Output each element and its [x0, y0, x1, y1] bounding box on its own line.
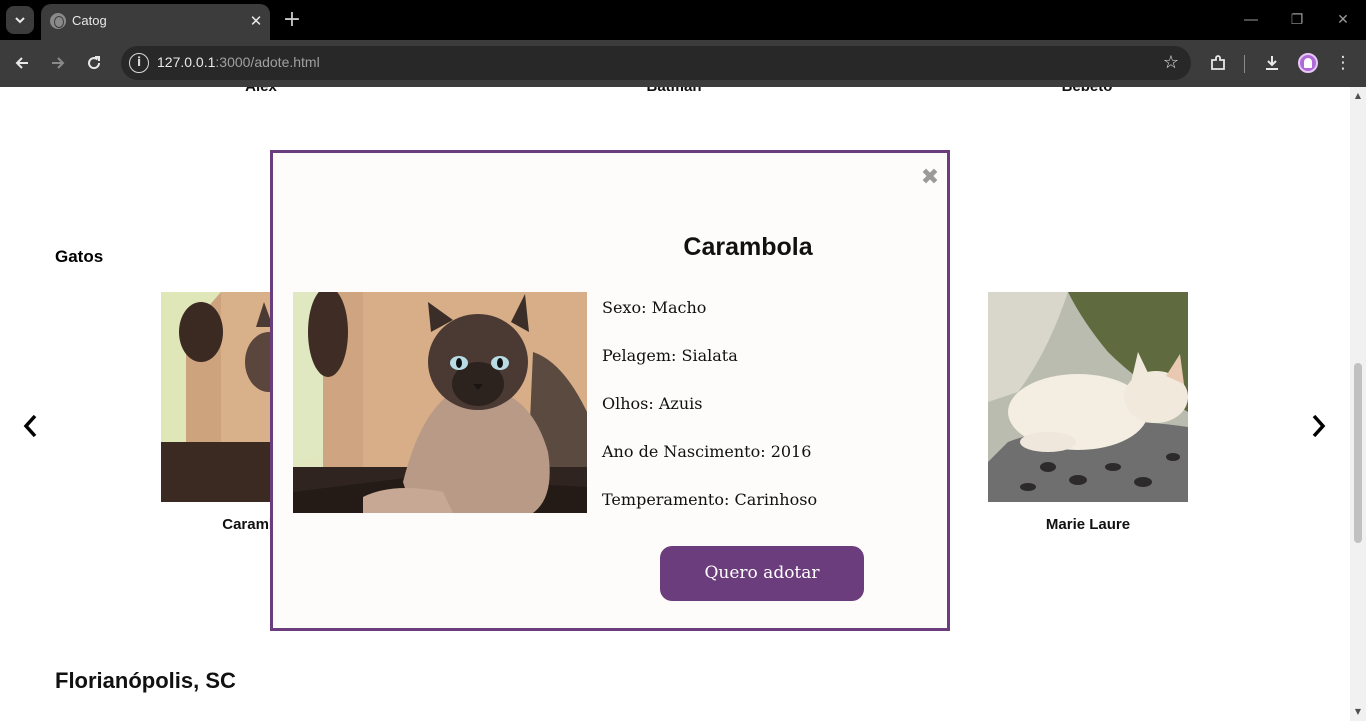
- scroll-down-icon[interactable]: ▼: [1353, 707, 1363, 717]
- scroll-up-icon[interactable]: ▲: [1353, 91, 1363, 101]
- tab-title: Catog: [72, 13, 107, 28]
- pet-name-top: Alex: [161, 87, 361, 95]
- modal-cat-photo-image: [293, 292, 587, 513]
- section-title: Gatos: [55, 247, 104, 266]
- city-title: Florianópolis, SC: [55, 668, 236, 693]
- attribute-list: Sexo: Macho Pelagem: Sialata Olhos: Azui…: [602, 296, 932, 536]
- arrow-left-icon: [15, 57, 28, 69]
- attribute-temperament: Temperamento: Carinhoso: [602, 490, 818, 509]
- reload-icon: [88, 56, 101, 70]
- download-glyph: [1266, 56, 1278, 70]
- cat-photo[interactable]: [988, 292, 1188, 502]
- page-viewport: Alex Batman Bebeto Gatos Carambola: [0, 87, 1350, 721]
- attribute-coat: Pelagem: Sialata: [602, 346, 738, 365]
- chevron-left-icon[interactable]: [18, 413, 42, 443]
- restore-button[interactable]: ❐: [1284, 8, 1310, 32]
- download-icon[interactable]: [1259, 50, 1285, 76]
- extensions-glyph: [1211, 55, 1225, 70]
- cat-detail-modal: ✖ Carambola Sexo: Macho Pelagem: Sialata…: [270, 150, 950, 631]
- chevron-down-icon: [15, 17, 25, 24]
- modal-title: Carambola: [683, 233, 813, 261]
- chevron-right-icon[interactable]: [1307, 413, 1331, 443]
- globe-icon: [50, 13, 66, 29]
- carousel-prev-glyph: [23, 414, 37, 438]
- kebab-menu-icon[interactable]: ⋮: [1330, 50, 1356, 76]
- browser-toolbar: i 127.0.0.1:3000/adote.html ☆ ⋮: [0, 40, 1366, 87]
- tab-list-button[interactable]: [6, 6, 34, 34]
- url-host: 127.0.0.1: [157, 54, 216, 70]
- arrow-right-icon: [52, 57, 65, 69]
- browser-tab-bar: Catog ✕ + ― ❐ ✕: [0, 0, 1366, 40]
- scroll-thumb[interactable]: [1354, 363, 1362, 543]
- star-icon[interactable]: ☆: [1163, 50, 1179, 76]
- page-scrollbar[interactable]: ▲ ▼: [1350, 87, 1366, 721]
- modal-cat-photo: [293, 292, 587, 513]
- close-window-button[interactable]: ✕: [1330, 8, 1356, 32]
- adopt-button[interactable]: Quero adotar: [660, 546, 864, 601]
- url-path: :3000/adote.html: [215, 54, 320, 70]
- attribute-birth-year: Ano de Nascimento: 2016: [602, 442, 812, 461]
- tab-close-button[interactable]: ✕: [247, 12, 265, 30]
- forward-button[interactable]: [45, 50, 71, 76]
- reload-button[interactable]: [81, 50, 107, 76]
- attribute-sex: Sexo: Macho: [602, 298, 707, 317]
- cat-name: Marie Laure: [1045, 516, 1131, 533]
- toolbar-divider: [1244, 55, 1245, 73]
- info-icon[interactable]: i: [129, 53, 149, 73]
- cat-card[interactable]: Marie Laure: [988, 292, 1188, 533]
- browser-tab[interactable]: Catog ✕: [41, 4, 270, 40]
- carousel-next-glyph: [1312, 414, 1326, 438]
- puzzle-icon[interactable]: [1205, 50, 1231, 76]
- back-button[interactable]: [9, 50, 35, 76]
- cat-photo-image: [988, 292, 1188, 502]
- close-icon[interactable]: ✖: [919, 167, 941, 189]
- attribute-eyes: Olhos: Azuis: [602, 394, 703, 413]
- profile-avatar[interactable]: [1298, 53, 1318, 73]
- pet-name-top: Batman: [574, 87, 774, 95]
- new-tab-button[interactable]: +: [282, 8, 302, 32]
- url-text: 127.0.0.1:3000/adote.html: [157, 54, 320, 70]
- address-bar[interactable]: i 127.0.0.1:3000/adote.html ☆: [121, 46, 1191, 80]
- minimize-button[interactable]: ―: [1238, 8, 1264, 32]
- pet-name-top: Bebeto: [987, 87, 1187, 95]
